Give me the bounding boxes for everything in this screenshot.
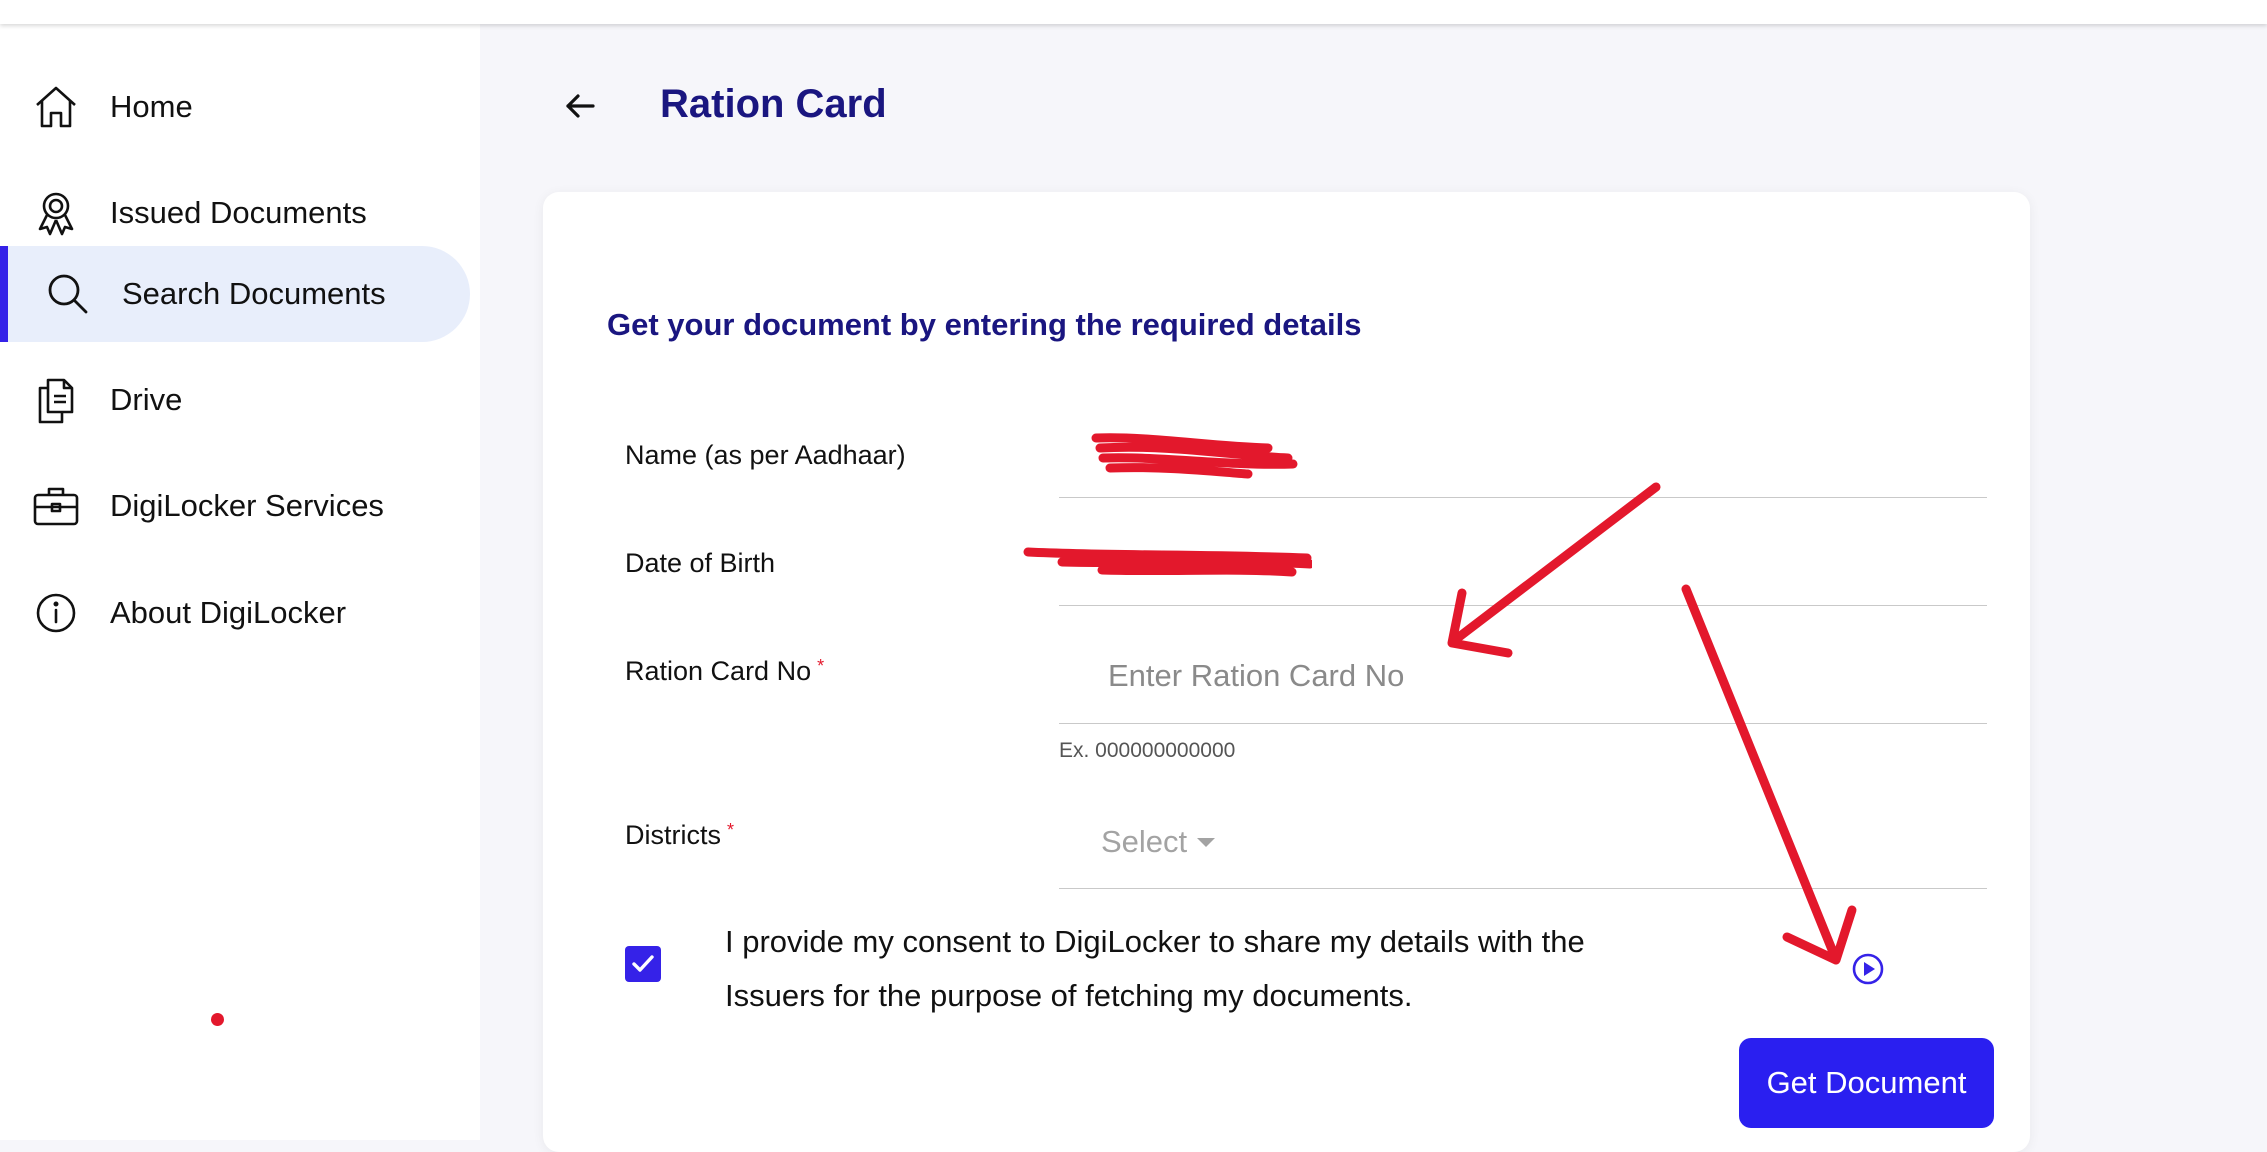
districts-underline: [1059, 888, 1987, 889]
form-heading: Get your document by entering the requir…: [607, 307, 1362, 342]
ration-card-input[interactable]: [1059, 640, 1987, 712]
districts-select[interactable]: Select: [1059, 806, 1987, 878]
sidebar-item-label: Drive: [110, 382, 183, 417]
top-bar: [0, 0, 2267, 24]
districts-select-value: Select: [1101, 824, 1188, 859]
page-title: Ration Card: [660, 82, 887, 126]
consent-text: I provide my consent to DigiLocker to sh…: [725, 924, 1585, 1013]
caret-down-icon: [1197, 837, 1216, 847]
name-redaction: [1091, 433, 1298, 479]
arrow-left-icon: [566, 94, 595, 118]
home-icon: [32, 83, 80, 131]
dob-redaction: [1023, 547, 1312, 577]
sidebar-item-label: Issued Documents: [110, 195, 367, 230]
districts-label: Districts *: [625, 820, 735, 850]
badge-icon: [32, 189, 80, 237]
sidebar-item-home[interactable]: Home: [0, 59, 470, 155]
name-label: Name (as per Aadhaar): [625, 440, 906, 470]
red-dot: [211, 1013, 224, 1026]
briefcase-icon: [32, 482, 80, 530]
sidebar-item-digilocker-services[interactable]: DigiLocker Services: [0, 458, 470, 554]
dob-field: [1059, 605, 1987, 606]
sidebar-item-label: About DigiLocker: [110, 595, 347, 630]
search-icon: [44, 270, 92, 318]
sidebar-item-label: DigiLocker Services: [110, 488, 384, 523]
checkmark-icon: [632, 955, 654, 972]
consent-checkbox[interactable]: [625, 946, 661, 982]
sidebar-item-label: Home: [110, 89, 193, 124]
ration-card-label: Ration Card No *: [625, 656, 825, 686]
name-field: [1059, 497, 1987, 498]
sidebar-item-label: Search Documents: [122, 276, 386, 311]
play-circle-icon[interactable]: [1851, 952, 1885, 986]
sidebar-item-about-digilocker[interactable]: About DigiLocker: [0, 565, 470, 661]
get-document-button[interactable]: Get Document: [1739, 1038, 1994, 1128]
sidebar-item-search-documents[interactable]: Search Documents: [0, 246, 470, 342]
ration-card-underline: [1059, 723, 1987, 724]
back-button[interactable]: [556, 82, 604, 130]
files-icon: [32, 376, 80, 424]
sidebar-item-drive[interactable]: Drive: [0, 352, 470, 448]
ration-card-hint: Ex. 000000000000: [1059, 739, 1236, 762]
required-mark: *: [727, 820, 735, 840]
sidebar: Home Issued Documents Search Documents D…: [0, 24, 480, 1140]
required-mark: *: [817, 656, 825, 676]
info-icon: [32, 589, 80, 637]
dob-label: Date of Birth: [625, 548, 776, 578]
